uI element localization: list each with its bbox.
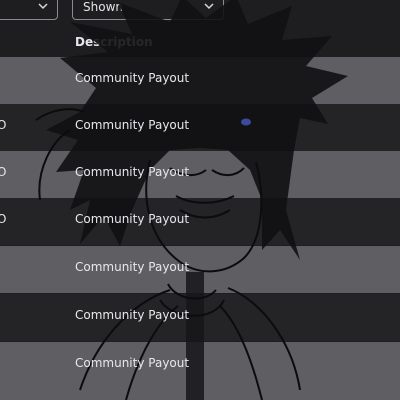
table-row[interactable]: O Community Payout — [0, 104, 400, 151]
table-row[interactable]: Community Payout — [0, 246, 400, 293]
table-header: Description — [0, 30, 400, 57]
truncated-cell: O — [0, 118, 7, 132]
row-description: Community Payout — [75, 165, 190, 179]
table-row[interactable]: Community Payout — [0, 342, 400, 400]
truncated-cell: O — [0, 212, 7, 226]
chevron-down-icon — [204, 3, 214, 10]
row-description: Community Payout — [75, 260, 190, 274]
table-row[interactable]: Community Payout — [0, 57, 400, 104]
table-row[interactable]: O Community Payout — [0, 151, 400, 198]
table-row[interactable]: O Community Payout — [0, 198, 400, 245]
visibility-filter-select[interactable]: Shown — [72, 0, 224, 20]
row-description: Community Payout — [75, 356, 190, 370]
type-filter-select[interactable] — [0, 0, 58, 20]
visibility-filter-value: Shown — [83, 0, 123, 14]
truncated-cell: O — [0, 165, 7, 179]
row-description: Community Payout — [75, 212, 190, 226]
transactions-panel: Shown Description Community Payout O Com… — [0, 0, 400, 400]
row-description: Community Payout — [75, 71, 190, 85]
description-column-header: Description — [75, 35, 153, 49]
chevron-down-icon — [38, 3, 48, 10]
row-description: Community Payout — [75, 308, 190, 322]
row-description: Community Payout — [75, 118, 190, 132]
table-row[interactable]: Community Payout — [0, 294, 400, 341]
